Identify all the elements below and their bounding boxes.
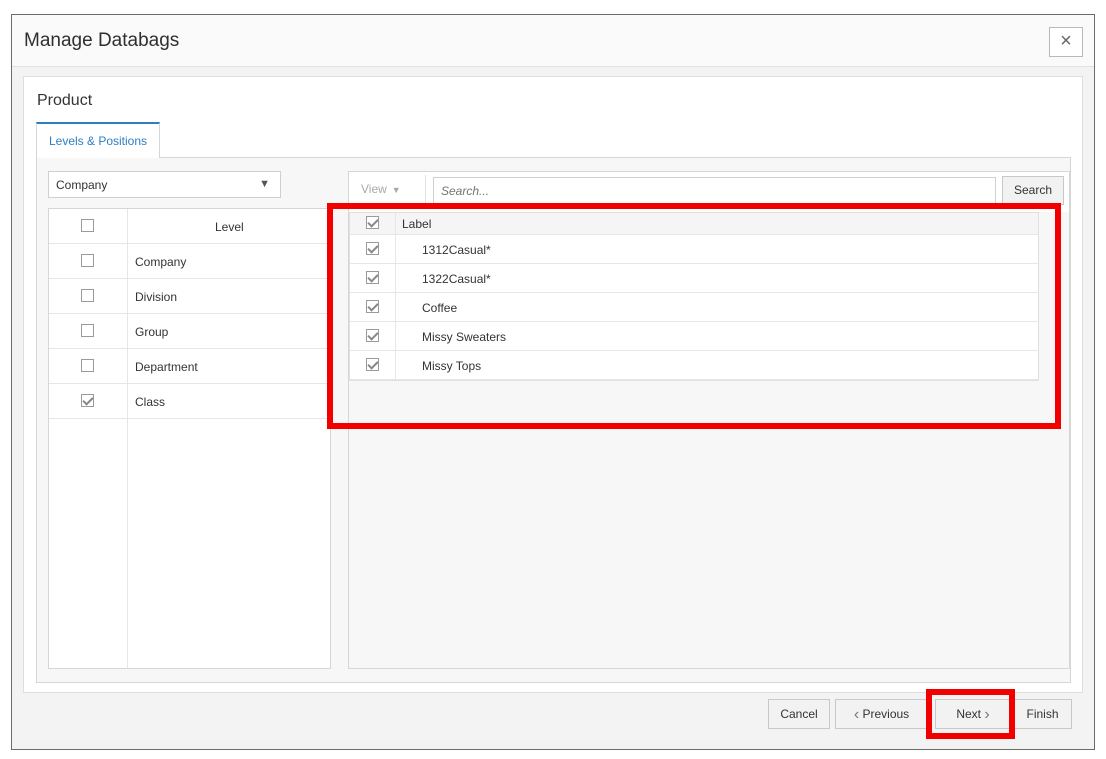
search-button[interactable]: Search [1002, 176, 1064, 205]
positions-toolbar: View ▼ Search [349, 172, 1069, 212]
position-label: 1322Casual* [422, 272, 491, 286]
hierarchy-select-value: Company [56, 178, 108, 192]
level-checkbox[interactable] [81, 289, 94, 302]
position-checkbox[interactable] [366, 329, 379, 342]
chevron-down-icon: ▼ [391, 185, 401, 195]
close-button[interactable]: × [1049, 27, 1083, 57]
level-label: Department [135, 360, 198, 374]
product-panel: Product Levels & Positions Company ▼ Lev… [23, 76, 1083, 693]
positions-column-header: Label [402, 217, 432, 231]
levels-table: Level Company Division Group Department … [48, 208, 331, 669]
positions-table-header: Label [350, 213, 1038, 235]
levels-table-header: Level [49, 209, 330, 244]
level-checkbox[interactable] [81, 394, 94, 407]
cancel-button[interactable]: Cancel [768, 699, 830, 729]
tab-levels-positions[interactable]: Levels & Positions [36, 122, 160, 158]
next-button[interactable]: Next › [935, 699, 1011, 729]
position-checkbox[interactable] [366, 358, 379, 371]
position-row[interactable]: 1312Casual* [350, 235, 1038, 264]
position-checkbox[interactable] [366, 242, 379, 255]
level-label: Class [135, 395, 166, 409]
toolbar-divider [425, 175, 426, 205]
position-row[interactable]: 1322Casual* [350, 264, 1038, 293]
level-row[interactable]: Division [49, 279, 330, 314]
chevron-down-icon: ▼ [259, 178, 270, 190]
level-checkbox[interactable] [81, 254, 94, 267]
dialog-title: Manage Databags [24, 30, 180, 51]
level-row[interactable]: Department [49, 349, 330, 384]
select-all-levels-checkbox[interactable] [81, 219, 94, 232]
dialog-titlebar: Manage Databags × [12, 15, 1094, 67]
chevron-left-icon: ‹ [853, 705, 860, 723]
chevron-right-icon: › [984, 705, 990, 723]
levels-column-header: Level [215, 220, 244, 234]
search-input[interactable] [433, 177, 996, 204]
level-row[interactable]: Group [49, 314, 330, 349]
position-row[interactable]: Coffee [350, 293, 1038, 322]
positions-pane: View ▼ Search Label 1312Casual* 1322Casua… [348, 171, 1070, 669]
select-all-positions-checkbox[interactable] [366, 216, 379, 229]
position-row[interactable]: Missy Sweaters [350, 322, 1038, 351]
positions-table: Label 1312Casual* 1322Casual* Coffee Mis… [349, 212, 1039, 381]
level-label: Company [135, 255, 187, 269]
close-icon: × [1060, 30, 1072, 52]
position-checkbox[interactable] [366, 271, 379, 284]
previous-button[interactable]: ‹ Previous [835, 699, 928, 729]
level-row[interactable]: Company [49, 244, 330, 279]
position-checkbox[interactable] [366, 300, 379, 313]
view-menu-button[interactable]: View ▼ [361, 182, 401, 196]
position-row[interactable]: Missy Tops [350, 351, 1038, 380]
finish-button[interactable]: Finish [1013, 699, 1072, 729]
level-checkbox[interactable] [81, 359, 94, 372]
next-button-label: Next [956, 707, 981, 721]
level-checkbox[interactable] [81, 324, 94, 337]
view-menu-label: View [361, 182, 387, 196]
position-label: Missy Sweaters [422, 330, 507, 344]
position-label: 1312Casual* [422, 243, 491, 257]
level-row[interactable]: Class [49, 384, 330, 419]
manage-databags-dialog: Manage Databags × Product Levels & Posit… [11, 14, 1095, 750]
level-label: Group [135, 325, 169, 339]
previous-button-label: Previous [862, 707, 910, 721]
hierarchy-select[interactable]: Company ▼ [48, 171, 281, 198]
levels-table-filler [49, 419, 128, 668]
position-label: Coffee [422, 301, 458, 315]
section-title: Product [37, 92, 93, 109]
level-label: Division [135, 290, 178, 304]
position-label: Missy Tops [422, 359, 482, 373]
